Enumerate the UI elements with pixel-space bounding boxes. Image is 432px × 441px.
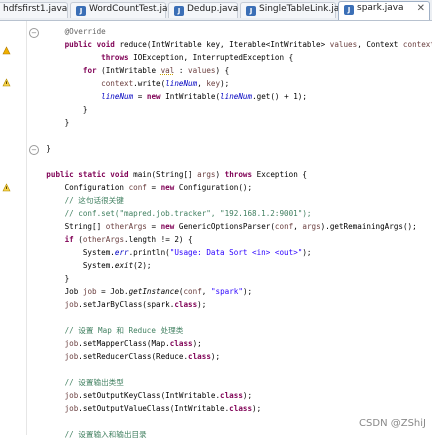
code-line: }: [28, 274, 70, 283]
tab-label: WordCountTest.java: [89, 4, 179, 14]
code-line: job.setOutputKeyClass(IntWritable.class)…: [64, 391, 253, 400]
code-line: // conf.set("mapred.job.tracker", "192.1…: [28, 207, 432, 220]
tab-label: spark.java: [357, 3, 404, 13]
code-line: // 这句话很关键: [28, 194, 432, 207]
code-line: for (IntWritable val : values) {: [82, 66, 230, 75]
code-line: job.setJarByClass(spark.class);: [64, 300, 207, 309]
warning-icon[interactable]: [2, 78, 11, 87]
code-line: Job job = Job.getInstance(conf, "spark")…: [28, 287, 253, 296]
code-line: job.setReducerClass(Reduce.class);: [64, 352, 221, 361]
comment: // conf.set("mapred.job.tracker", "192.1…: [64, 209, 312, 218]
code-line: System.exit(2);: [28, 261, 152, 270]
code-line: job.setMapperClass(Map.class);: [64, 339, 202, 348]
watermark: CSDN @ZShiJ: [359, 418, 426, 429]
code-line: job.setOutputValueClass(IntWritable.clas…: [64, 404, 262, 413]
close-tab-icon[interactable]: ✕: [417, 3, 425, 14]
code-line: System.err.println("Usage: Data Sort <in…: [28, 248, 312, 257]
editor-tab-bar: hdfsfirst1.java J WordCountTest.java J D…: [0, 0, 432, 21]
tab-label: SingleTableLink.java: [259, 4, 351, 14]
tab-spark[interactable]: J spark.java ✕: [338, 1, 430, 20]
code-line: // 设置输出类型: [28, 376, 432, 389]
tab-dedup[interactable]: J Dedup.java: [168, 2, 238, 18]
java-file-icon: J: [76, 6, 86, 16]
code-line: }: [28, 118, 70, 127]
comment: // 设置输出类型: [64, 378, 124, 387]
code-line: }: [28, 144, 51, 153]
code-line: context.write(lineNum, key);: [101, 79, 230, 88]
code-line: // 设置 Map 和 Reduce 处理类: [28, 324, 432, 337]
code-line: String[] otherArgs = new GenericOptionsP…: [28, 222, 417, 231]
code-line: lineNum = new IntWritable(lineNum.get() …: [101, 92, 307, 101]
java-file-icon: J: [344, 5, 354, 15]
tab-label: Dedup.java: [187, 4, 239, 14]
java-file-icon: J: [174, 6, 184, 16]
code-line: public void reduce(IntWritable key, Iter…: [64, 40, 432, 49]
folding-ruler: − −: [14, 21, 39, 435]
tab-label: hdfsfirst1.java: [3, 4, 68, 14]
tab-hdfsfirst1[interactable]: hdfsfirst1.java: [0, 2, 68, 18]
code-line: throws IOException, InterruptedException…: [101, 53, 294, 62]
editor-gutter: [0, 21, 14, 435]
code-line: Configuration conf = new Configuration()…: [28, 183, 253, 192]
java-file-icon: J: [246, 6, 256, 16]
tab-wordcounttest[interactable]: J WordCountTest.java: [70, 2, 178, 18]
code-line: if (otherArgs.length != 2) {: [64, 235, 193, 244]
override-marker-icon[interactable]: [2, 46, 11, 55]
comment: // 设置 Map 和 Reduce 处理类: [64, 326, 184, 335]
warning-icon[interactable]: [2, 183, 11, 192]
code-editor[interactable]: @Override public void reduce(IntWritable…: [28, 21, 432, 439]
annotation: @Override: [64, 27, 106, 36]
comment: // 这句话很关键: [64, 196, 124, 205]
code-line: }: [28, 105, 88, 114]
code-line: @Override: [28, 25, 432, 38]
tab-singletablelink[interactable]: J SingleTableLink.java: [240, 2, 350, 18]
code-line: public static void main(String[] args) t…: [46, 170, 307, 179]
